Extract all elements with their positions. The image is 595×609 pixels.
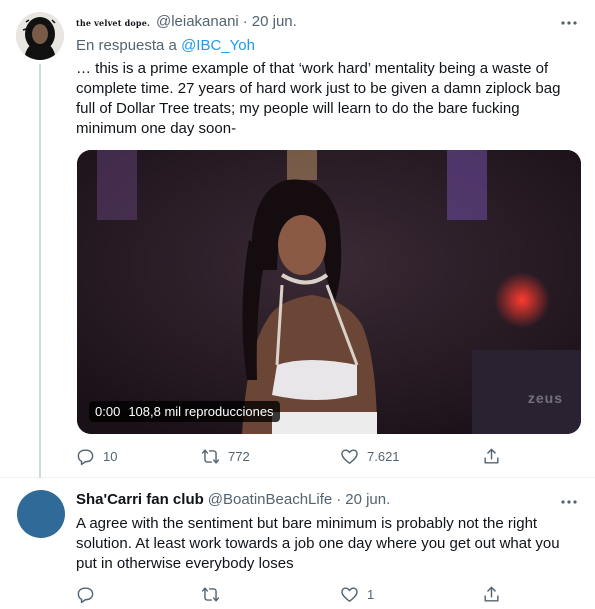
heart-icon [341,449,358,464]
handle[interactable]: @BoatinBeachLife [208,491,332,508]
share-icon [484,448,499,464]
retweet-count: 772 [228,449,250,464]
separator-dot: · [242,13,248,30]
retweet-button[interactable]: 772 [201,447,250,466]
reply-prefix: En respuesta a [76,37,177,54]
reply-button[interactable]: 10 [76,447,117,466]
retweet-icon [201,449,220,464]
avatar[interactable] [17,490,65,538]
share-button[interactable] [482,585,501,604]
handle[interactable]: @leiakanani [156,13,239,30]
reply-count: 10 [103,449,118,464]
separator-dot: · [336,491,342,508]
reply-context: En respuesta a @IBC_Yoh [76,37,255,54]
tweet-header: Sha'Carri fan club @BoatinBeachLife · 20… [76,491,390,508]
display-name[interactable]: the velvet dope. [76,18,150,28]
video-badge: 0:00 108,8 mil reproducciones [89,401,280,422]
like-count: 1 [367,587,375,602]
heart-icon [341,587,358,602]
retweet-button[interactable] [201,585,228,604]
retweet-icon [201,587,220,602]
like-button[interactable]: 7.621 [340,447,400,466]
like-count: 7.621 [367,449,400,464]
display-name[interactable]: Sha'Carri fan club [76,491,204,508]
reply-button[interactable] [76,585,103,604]
video-player[interactable]: 0:00 108,8 mil reproducciones zeus [77,150,581,434]
video-frame [77,150,581,434]
reply-icon [77,449,94,466]
share-button[interactable] [482,447,501,466]
tweet-header: the velvet dope. @leiakanani · 20 jun. [76,13,297,30]
timestamp[interactable]: 20 jun. [252,13,297,30]
avatar[interactable] [16,12,64,60]
reply-icon [77,587,94,604]
reply-mention-link[interactable]: @IBC_Yoh [181,37,255,54]
share-icon [484,586,499,602]
more-horizontal-icon[interactable] [559,13,579,33]
video-views: 108,8 mil reproducciones [128,404,274,419]
like-button[interactable]: 1 [340,585,374,604]
tweet-text: A agree with the sentiment but bare mini… [76,515,560,572]
video-time: 0:00 [95,404,121,419]
more-horizontal-icon[interactable] [559,492,579,512]
tweet-text: … this is a prime example of that ‘work … [76,60,561,137]
tweet-1[interactable]: the velvet dope. @leiakanani · 20 jun. E… [0,0,595,478]
timestamp[interactable]: 20 jun. [345,491,390,508]
thread-line [39,64,41,478]
video-watermark: zeus [527,390,563,406]
